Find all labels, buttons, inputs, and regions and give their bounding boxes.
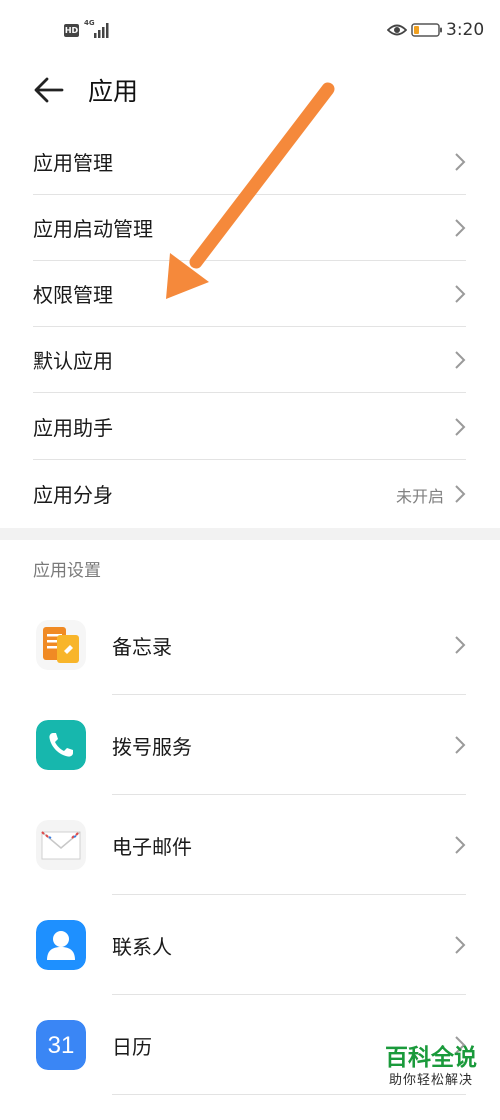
chevron-right-icon	[455, 153, 466, 171]
contact-icon	[36, 920, 86, 970]
app-item-label: 联系人	[112, 935, 172, 959]
chevron-right-icon	[455, 836, 466, 854]
chevron-right-icon	[455, 351, 466, 369]
menu-item-value: 未开启	[395, 487, 444, 506]
app-item-contacts[interactable]: 联系人	[0, 920, 500, 1020]
chevron-right-icon	[455, 636, 466, 654]
chevron-right-icon	[455, 736, 466, 754]
phone-icon	[36, 720, 86, 770]
list-divider	[112, 794, 466, 795]
list-divider	[112, 994, 466, 995]
section-divider	[0, 528, 500, 540]
chevron-right-icon	[455, 285, 466, 303]
section-header: 应用设置	[33, 561, 101, 581]
chevron-right-icon	[455, 418, 466, 436]
svg-text:31: 31	[48, 1032, 75, 1059]
chevron-right-icon	[455, 485, 466, 503]
arrow-left-icon[interactable]	[30, 74, 66, 106]
battery-icon	[411, 23, 442, 37]
app-item-notepad[interactable]: 备忘录	[0, 620, 500, 720]
status-bar: HD 4G 3:20	[0, 0, 500, 60]
watermark-title: 百科全说	[385, 1045, 477, 1071]
chevron-right-icon	[455, 219, 466, 237]
menu-item-app-management[interactable]: 应用管理	[33, 129, 466, 195]
menu-item-label: 应用启动管理	[33, 217, 153, 241]
watermark-logo: 百科全说 助你轻松解决	[370, 1044, 492, 1090]
page-title: 应用	[88, 77, 139, 106]
signal-icon	[94, 23, 109, 38]
menu-item-app-assistant[interactable]: 应用助手	[33, 394, 466, 460]
app-item-label: 备忘录	[112, 635, 172, 659]
notepad-icon	[36, 620, 86, 670]
list-divider	[112, 1094, 466, 1095]
menu-item-permissions[interactable]: 权限管理	[33, 261, 466, 327]
list-divider	[112, 694, 466, 695]
list-divider	[112, 894, 466, 895]
app-item-dialer[interactable]: 拨号服务	[0, 720, 500, 820]
chevron-right-icon	[455, 936, 466, 954]
menu-item-label: 应用分身	[33, 483, 113, 507]
menu-item-label: 权限管理	[33, 283, 113, 307]
watermark-subtitle: 助你轻松解决	[388, 1073, 473, 1088]
menu-item-app-launch[interactable]: 应用启动管理	[33, 195, 466, 261]
app-item-email[interactable]: 电子邮件	[0, 820, 500, 920]
menu-item-app-twin[interactable]: 应用分身 未开启	[33, 461, 466, 527]
app-item-label: 日历	[112, 1035, 152, 1059]
envelope-icon	[36, 820, 86, 870]
calendar-icon: 31	[36, 1020, 86, 1070]
status-time: 3:20	[446, 20, 485, 40]
app-item-label: 拨号服务	[112, 735, 192, 759]
app-item-label: 电子邮件	[112, 835, 192, 859]
hd-badge: HD	[64, 24, 79, 37]
menu-item-default-apps[interactable]: 默认应用	[33, 327, 466, 393]
eye-icon	[387, 24, 407, 36]
menu-item-label: 默认应用	[33, 349, 113, 373]
menu-item-label: 应用助手	[33, 416, 113, 440]
menu-item-label: 应用管理	[33, 151, 113, 175]
